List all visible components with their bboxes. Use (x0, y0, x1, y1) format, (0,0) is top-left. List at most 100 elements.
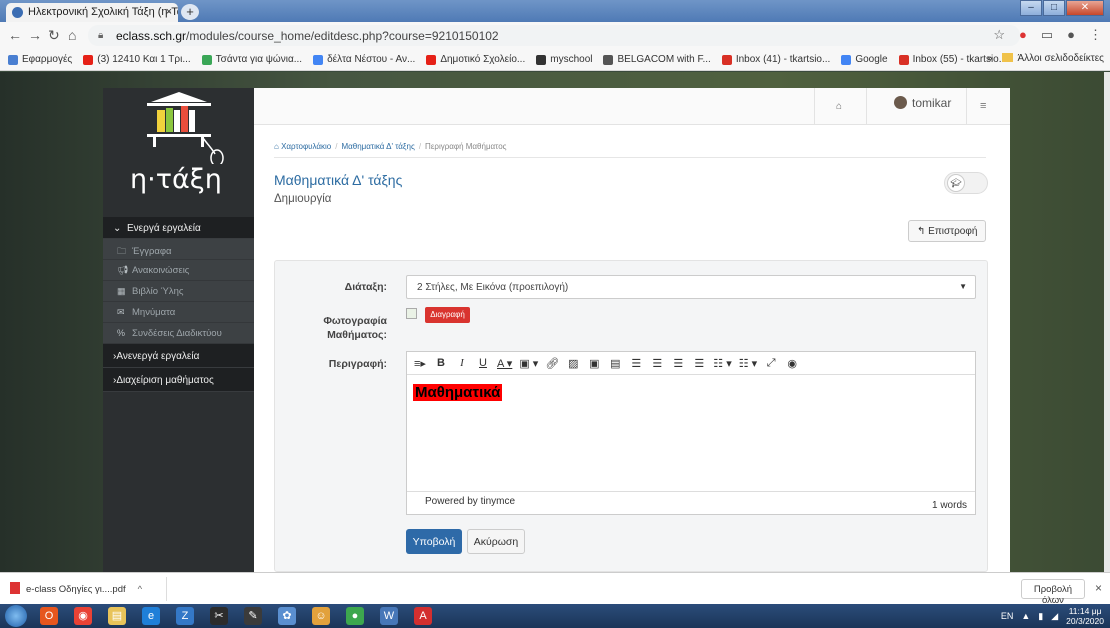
portfolio-home-icon[interactable]: ⌂ (836, 101, 842, 112)
bookmark-item[interactable]: BELGACOM with F... (603, 54, 711, 65)
paint-icon[interactable]: ✎ (244, 607, 262, 625)
bookmarks-bar: Εφαρμογές (3) 12410 Και 1 Τρι... Τσάντα γι… (0, 49, 1110, 71)
bookmark-item[interactable]: δέλτα Νέστου - Αν... (313, 54, 415, 65)
download-item[interactable]: e-class Οδηγίες γι....pdf ^ (10, 582, 142, 595)
cast-icon[interactable]: ▭ (1041, 27, 1053, 43)
file-explorer-icon[interactable]: ▤ (108, 607, 126, 625)
word-icon[interactable]: W (380, 607, 398, 625)
maximize-icon[interactable]: □ (1043, 0, 1065, 16)
show-all-downloads-button[interactable]: Προβολή όλων (1021, 579, 1085, 606)
align-center-icon[interactable]: ☰ (650, 357, 664, 370)
clock[interactable]: 11:14 μμ 20/3/2020 (1066, 606, 1104, 626)
graduation-cap-icon: 🎓︎ (947, 174, 965, 192)
align-justify-icon[interactable]: ☰ (692, 357, 706, 370)
profile-icon[interactable]: ● (1067, 27, 1075, 43)
network-icon[interactable]: ▮ (1038, 611, 1043, 622)
image-icon[interactable]: ▨ (566, 357, 580, 370)
browser-tab[interactable]: Ηλεκτρονική Σχολική Τάξη (η-Τά × (6, 3, 178, 22)
forward-arrow-icon[interactable]: → (28, 27, 42, 43)
italic-icon[interactable]: I (455, 357, 469, 369)
other-bookmarks-folder[interactable]: Άλλοι σελιδοδείκτες (1002, 53, 1104, 64)
office-icon[interactable]: O (40, 607, 58, 625)
bookmark-item[interactable]: Inbox (41) - tkartsio... (721, 54, 830, 65)
eclass-favicon-icon (12, 7, 23, 18)
breadcrumb-link-course[interactable]: Μαθηματικά Δ' τάξης (341, 142, 414, 151)
editor-content-area[interactable]: Μαθηματικά (407, 375, 975, 491)
back-arrow-icon[interactable]: ← (8, 27, 22, 43)
windows-taskbar: O ◉ ▤ e Z ✂ ✎ ✿ ☺ ● W A EN ▲ ▮ ◢ 11:14 μ… (0, 604, 1110, 628)
fullscreen-icon[interactable]: ⤢ (764, 357, 778, 370)
cancel-button[interactable]: Ακύρωση (467, 529, 525, 554)
underline-icon[interactable]: U (476, 357, 490, 369)
page-scrollbar[interactable] (1104, 72, 1110, 572)
bullet-list-icon[interactable]: ☷ ▾ (713, 357, 731, 370)
align-left-icon[interactable]: ☰ (629, 357, 643, 370)
course-visibility-toggle[interactable]: 🎓︎ (944, 172, 988, 194)
breadcrumb-current: Περιγραφή Μαθήματος (425, 142, 507, 151)
sidebar-item[interactable]: % Συνδέσεις Διαδικτύου (103, 323, 254, 344)
delete-photo-button[interactable]: Διαγραφή (425, 307, 470, 323)
bookmark-star-icon[interactable]: ☆ (993, 27, 1005, 43)
sidebar-item[interactable]: 📢︎ Ανακοινώσεις (103, 260, 254, 281)
submit-button[interactable]: Υποβολή (406, 529, 462, 554)
url-field[interactable]: 🔒︎ eclass.sch.gr/modules/course_home/edi… (88, 25, 1020, 46)
start-button[interactable] (5, 605, 27, 627)
highlight-color-icon[interactable]: ▣ ▾ (519, 357, 538, 370)
app-icon[interactable]: Z (176, 607, 194, 625)
window-close-icon[interactable]: ✕ (1066, 0, 1104, 16)
sidebar-section-course-management[interactable]: ›Διαχείριση μαθήματος (103, 368, 254, 392)
bookmark-item[interactable]: Τσάντα για ψώνια... (201, 54, 302, 65)
internet-explorer-icon[interactable]: e (142, 607, 160, 625)
tab-close-icon[interactable]: × (166, 6, 172, 18)
numbered-list-icon[interactable]: ☷ ▾ (739, 357, 757, 370)
breadcrumb-home-icon[interactable]: ⌂ (274, 142, 281, 151)
sidebar-section-inactive-tools[interactable]: ›Ανενεργά εργαλεία (103, 344, 254, 368)
new-tab-button[interactable]: + (181, 4, 199, 20)
settings-app-icon[interactable]: ✿ (278, 607, 296, 625)
preview-eye-icon[interactable]: ◉ (785, 357, 799, 370)
layout-select[interactable]: 2 Στήλες, Με Εικόνα (προεπιλογή) ▼ (406, 275, 976, 299)
bold-icon[interactable]: B (434, 357, 448, 369)
back-button[interactable]: ↰ Επιστροφή (908, 220, 986, 242)
acrobat-icon[interactable]: A (414, 607, 432, 625)
breadcrumb-separator: / (335, 142, 338, 151)
volume-icon[interactable]: ◢ (1051, 611, 1058, 622)
tray-arrow-icon[interactable]: ▲ (1021, 611, 1030, 621)
minimize-icon[interactable]: – (1020, 0, 1042, 16)
more-bookmarks-icon[interactable]: » (987, 53, 993, 64)
home-icon[interactable]: ⌂ (68, 27, 76, 43)
breadcrumb-link-portfolio[interactable]: Χαρτοφυλάκιο (281, 142, 331, 151)
sidebar-item[interactable]: ✉ Μηνύματα (103, 302, 254, 323)
link-icon[interactable]: 🔗︎ (545, 357, 559, 370)
game-app-icon[interactable]: ☺ (312, 607, 330, 625)
bookmark-item[interactable]: Google (841, 54, 888, 65)
sidebar-section-active-tools[interactable]: ⌄ Ενεργά εργαλεία (103, 217, 254, 239)
close-icon[interactable]: × (1095, 581, 1102, 595)
sidebar-section-label: Ανενεργά εργαλεία (116, 351, 200, 362)
bookmark-item[interactable]: Εφαρμογές (8, 54, 72, 65)
bookmark-item[interactable]: myschool (536, 54, 592, 65)
sidebar-item-label: Συνδέσεις Διαδικτύου (132, 328, 222, 339)
text-color-icon[interactable]: A ▾ (497, 357, 512, 370)
media-icon[interactable]: ▣ (587, 357, 601, 370)
bookmark-item[interactable]: Δημοτικό Σχολείο... (426, 54, 525, 65)
toolbar-toggle-icon[interactable]: ≡▸ (413, 357, 427, 370)
settings-sliders-icon[interactable]: ≡ (980, 100, 986, 112)
table-icon[interactable]: ▤ (608, 357, 622, 370)
bookmark-item[interactable]: (3) 12410 Και 1 Τρι... (83, 54, 191, 65)
chevron-up-icon[interactable]: ^ (138, 584, 142, 595)
chrome-icon[interactable]: ◉ (74, 607, 92, 625)
reload-icon[interactable]: ↻ (48, 27, 60, 44)
logo[interactable]: η·τάξη (103, 88, 254, 217)
sidebar-item[interactable]: ▦ Βιβλίο Ύλης (103, 281, 254, 302)
sidebar-item[interactable]: 🗀 Έγγραφα (103, 239, 254, 260)
align-right-icon[interactable]: ☰ (671, 357, 685, 370)
kid-app-icon[interactable]: ● (346, 607, 364, 625)
language-indicator[interactable]: EN (1001, 611, 1014, 621)
sidebar-section-label: Διαχείριση μαθήματος (116, 375, 214, 386)
adblock-icon[interactable]: ● (1019, 27, 1027, 43)
scratch-icon[interactable]: ✂ (210, 607, 228, 625)
menu-dots-icon[interactable]: ⋮ (1089, 27, 1102, 43)
user-menu[interactable]: tomikar (894, 96, 951, 110)
word-count: 1 words (931, 500, 967, 511)
